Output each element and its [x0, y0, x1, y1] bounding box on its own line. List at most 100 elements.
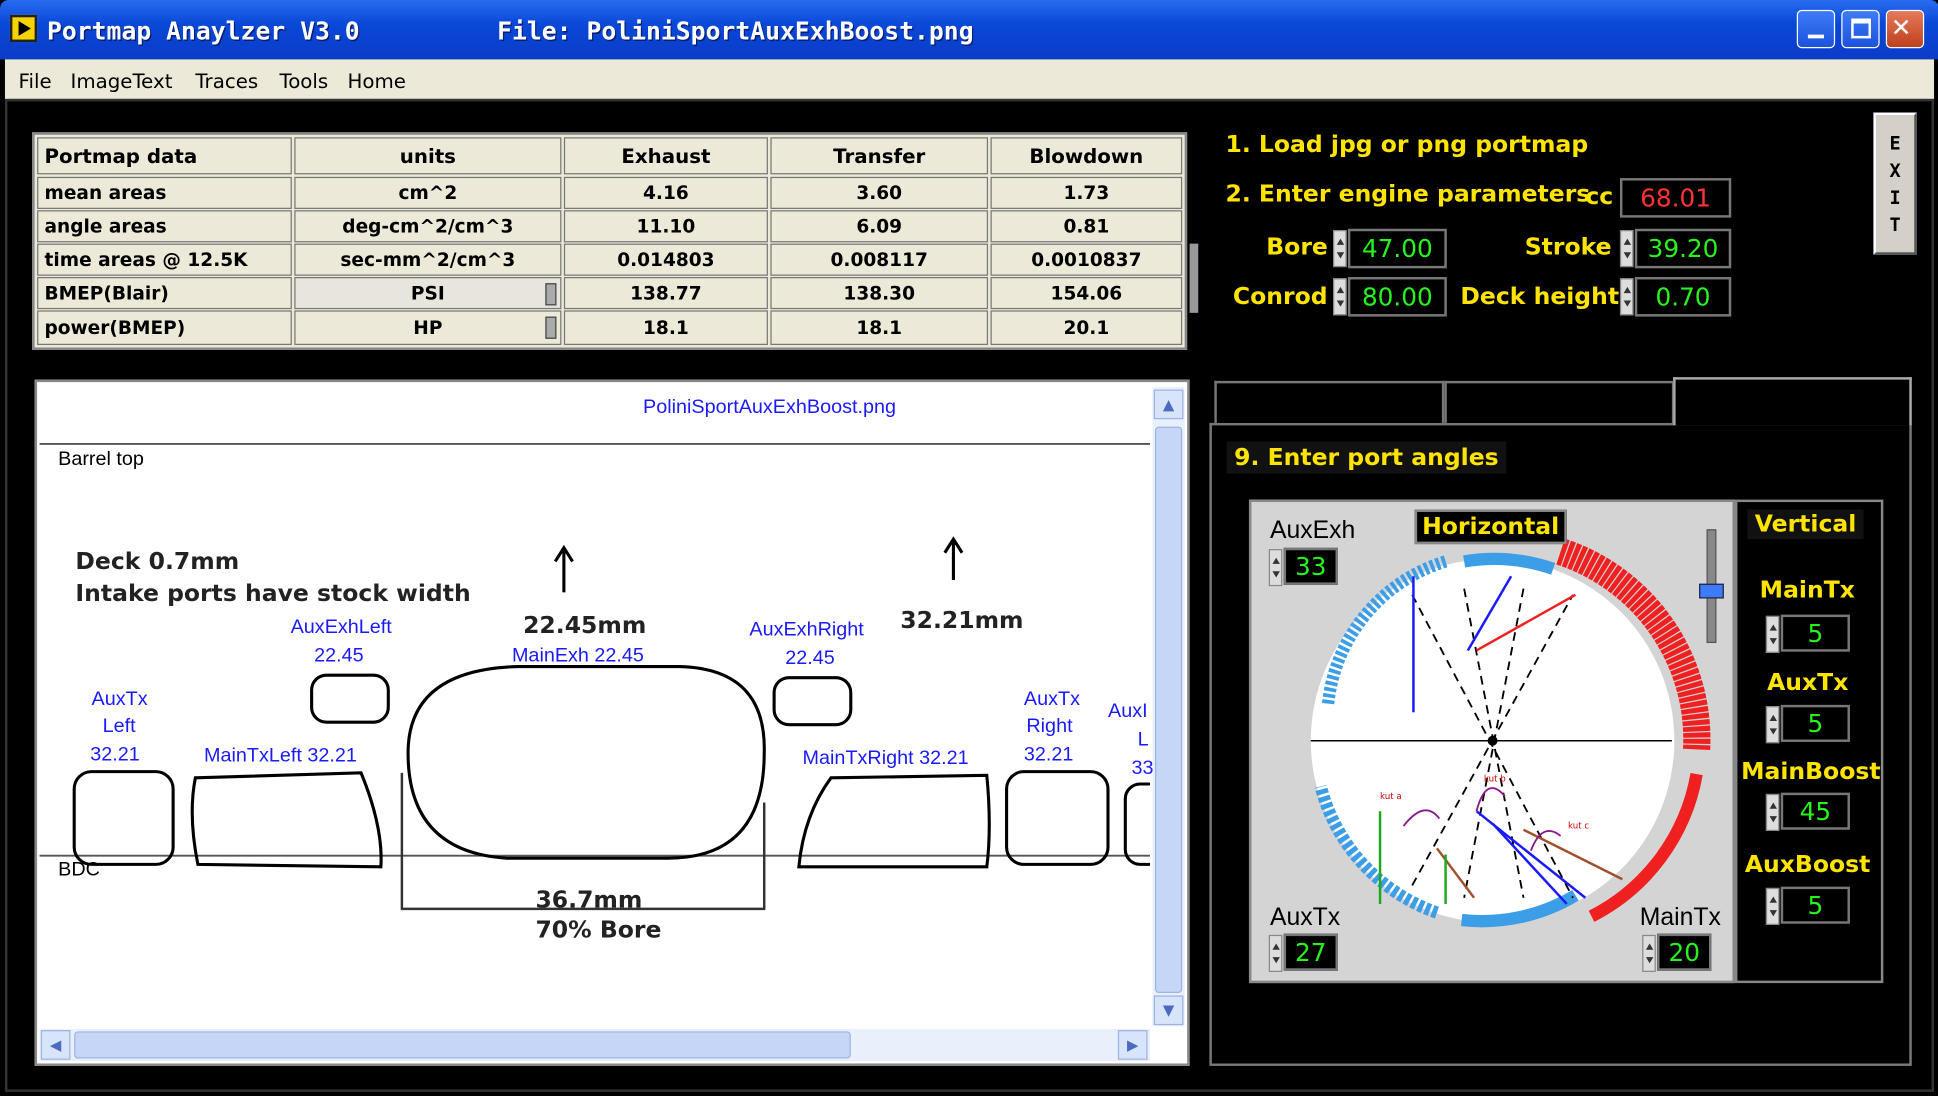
exit-button[interactable]: EXIT — [1873, 112, 1917, 255]
stroke-input[interactable]: 39.20 — [1634, 228, 1732, 269]
table-cell: 0.81 — [990, 210, 1183, 243]
conrod-spinner[interactable] — [1333, 278, 1347, 316]
maximize-icon — [1851, 18, 1871, 39]
table-cell: 138.30 — [770, 276, 989, 310]
image-vertical-scrollbar[interactable]: ▲ ▼ — [1152, 387, 1185, 1027]
conrod-label: Conrod — [1232, 283, 1328, 311]
v-maintx-input[interactable]: 5 — [1780, 614, 1850, 652]
table-cell: 0.014803 — [563, 243, 768, 276]
window-file: File: PoliniSportAuxExhBoost.png — [497, 16, 974, 46]
port-mainexh — [406, 664, 766, 860]
table-cell: 154.06 — [990, 276, 1183, 310]
table-cell: 138.77 — [563, 276, 768, 310]
auxexh-angle-input[interactable]: 33 — [1283, 547, 1339, 585]
label-auxcut: L — [1137, 729, 1149, 751]
v-auxtx-input[interactable]: 5 — [1780, 704, 1850, 742]
conrod-input[interactable]: 80.00 — [1347, 276, 1447, 317]
label-auxexhright: AuxExhRight — [749, 619, 864, 641]
table-header: Portmap data — [37, 137, 292, 175]
menu-imagetext[interactable]: ImageText — [70, 69, 172, 92]
v-auxboost-input[interactable]: 5 — [1780, 886, 1850, 924]
vertical-scroll-thumb[interactable] — [1154, 426, 1183, 993]
step-9-label: 9. Enter port angles — [1226, 441, 1507, 474]
power-units-value: HP — [413, 316, 443, 339]
v-auxtx-spinner[interactable] — [1765, 706, 1780, 744]
tab-3-active[interactable] — [1673, 377, 1912, 426]
v-auxboost-spinner[interactable] — [1765, 887, 1780, 925]
menu-file[interactable]: File — [19, 69, 52, 92]
bore-input[interactable]: 47.00 — [1347, 228, 1447, 269]
table-cell: 0.008117 — [770, 243, 989, 276]
portmap-image-panel[interactable]: PoliniSportAuxExhBoost.png Barrel top BD… — [34, 379, 1190, 1066]
auxtx-spinner[interactable] — [1268, 934, 1283, 972]
auxexh-spinner[interactable] — [1268, 549, 1283, 587]
table-header: Blowdown — [990, 137, 1183, 175]
vertical-angles-panel: Vertical MainTx 5 AuxTx 5 MainBoost 45 A… — [1734, 499, 1884, 984]
deck-height-spinner[interactable] — [1619, 278, 1634, 316]
table-scrollbar[interactable] — [1189, 243, 1199, 313]
vertical-label: Vertical — [1747, 509, 1864, 540]
label-maintxright: MainTxRight 32.21 — [802, 748, 969, 770]
image-horizontal-scrollbar[interactable]: ◀ ▶ — [39, 1028, 1151, 1062]
tab-1[interactable] — [1214, 380, 1445, 423]
v-mainboost-spinner[interactable] — [1765, 793, 1780, 831]
label-auxexhleft: AuxExhLeft — [290, 617, 392, 639]
stroke-spinner[interactable] — [1619, 230, 1634, 268]
menu-tools[interactable]: Tools — [279, 69, 328, 92]
label-auxtx-right: Right — [1026, 715, 1073, 738]
menu-traces[interactable]: Traces — [195, 69, 258, 92]
power-units-select[interactable]: HP — [294, 310, 562, 346]
auxtx-angle-label: AuxTx — [1269, 903, 1341, 932]
units-dropdown-icon[interactable] — [545, 283, 557, 306]
app-icon[interactable] — [9, 14, 38, 43]
table-cell: 0.0010837 — [990, 243, 1183, 276]
zoom-slider-handle[interactable] — [1699, 583, 1724, 599]
units-dropdown-icon[interactable] — [545, 316, 557, 339]
table-cell: 6.09 — [770, 210, 989, 243]
table-cell: angle areas — [37, 210, 292, 243]
horizontal-scroll-thumb[interactable] — [74, 1031, 851, 1059]
v-auxboost-label: AuxBoost — [1744, 850, 1871, 878]
table-header: Exhaust — [563, 137, 768, 175]
scroll-down-icon[interactable]: ▼ — [1153, 995, 1184, 1026]
image-filename: PoliniSportAuxExhBoost.png — [643, 396, 897, 418]
table-cell: cm^2 — [294, 176, 562, 209]
intake-note: Intake ports have stock width — [75, 579, 471, 608]
cc-label: cc — [1585, 183, 1614, 211]
table-cell: 18.1 — [770, 310, 989, 346]
port-maintx-right — [797, 773, 991, 869]
v-mainboost-input[interactable]: 45 — [1780, 792, 1850, 830]
maintx-angle-input[interactable]: 20 — [1657, 933, 1712, 971]
table-cell: 3.60 — [770, 176, 989, 209]
deck-height-input[interactable]: 0.70 — [1634, 276, 1732, 317]
close-icon: ✕ — [1890, 12, 1912, 43]
scroll-up-icon[interactable]: ▲ — [1153, 389, 1184, 420]
deck-note: Deck 0.7mm — [75, 547, 240, 576]
v-mainboost-label: MainBoost — [1741, 758, 1881, 786]
table-cell: deg-cm^2/cm^3 — [294, 210, 562, 243]
close-button[interactable]: ✕ — [1885, 9, 1925, 49]
maintx-spinner[interactable] — [1642, 934, 1656, 972]
bore-spinner[interactable] — [1333, 230, 1347, 268]
step-2-label: 2. Enter engine parameters — [1225, 180, 1591, 208]
maintx-angle-label: MainTx — [1639, 903, 1721, 932]
menu-home[interactable]: Home — [347, 69, 405, 92]
table-cell: BMEP(Blair) — [37, 276, 292, 310]
label-auxtx-left: 32.21 — [90, 744, 140, 766]
tab-2[interactable] — [1444, 380, 1675, 423]
maximize-button[interactable] — [1841, 9, 1880, 49]
label-auxtx-left: AuxTx — [91, 688, 148, 710]
scroll-right-icon[interactable]: ▶ — [1117, 1030, 1148, 1060]
table-cell: 20.1 — [990, 310, 1183, 346]
table-header: units — [294, 137, 562, 175]
table-cell: sec-mm^2/cm^3 — [294, 243, 562, 276]
minimize-button[interactable] — [1796, 9, 1836, 49]
horizontal-label: Horizontal — [1414, 509, 1567, 545]
bmep-units-select[interactable]: PSI — [294, 276, 562, 310]
v-maintx-spinner[interactable] — [1765, 615, 1780, 653]
label-auxtx-left: Left — [102, 715, 136, 738]
auxtx-angle-input[interactable]: 27 — [1283, 933, 1339, 971]
exit-label: EXIT — [1889, 132, 1901, 237]
port-auxexh-left — [310, 673, 390, 724]
scroll-left-icon[interactable]: ◀ — [40, 1030, 71, 1060]
